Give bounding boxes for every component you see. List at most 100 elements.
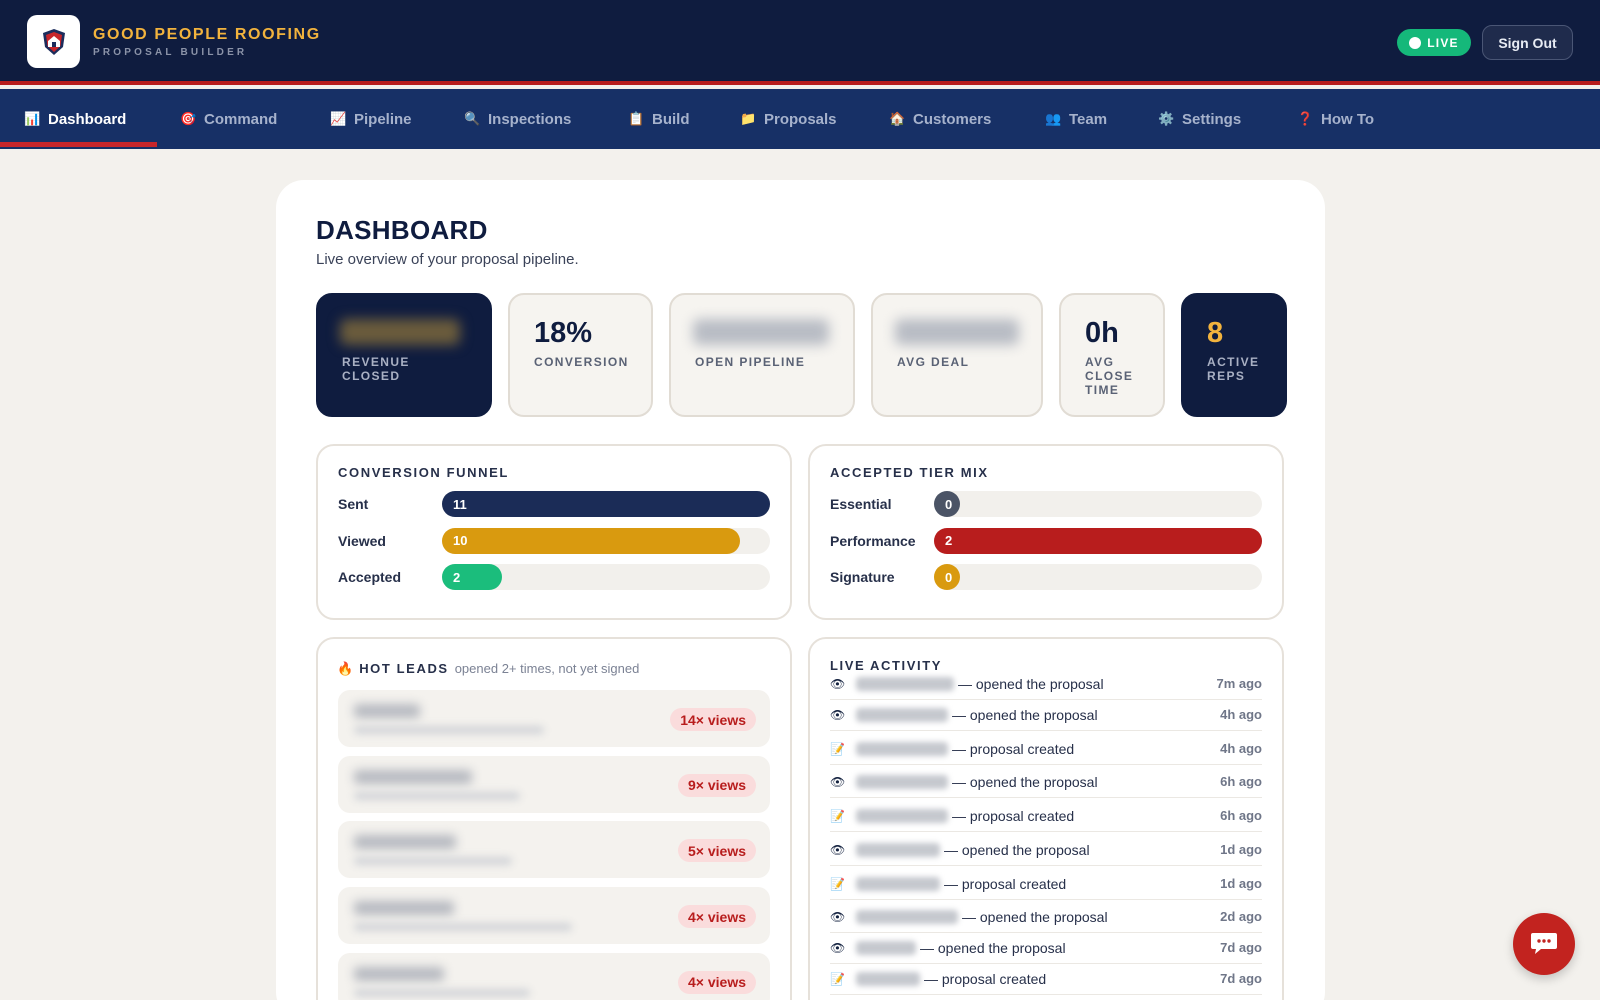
activity-text: — opened the proposal <box>952 706 1098 723</box>
bar-track: 2 <box>934 527 1262 554</box>
activity-text: — proposal created <box>924 970 1047 987</box>
kpi-value-redacted <box>693 319 829 345</box>
views-badge: 9× views <box>678 773 756 797</box>
trend-icon: 📈 <box>330 111 347 126</box>
kpi-conversion: 18% CONVERSION <box>508 293 653 417</box>
tab-label: Team <box>1069 110 1108 128</box>
activity-name-redacted <box>856 909 958 924</box>
active-tab-indicator <box>0 142 157 147</box>
eye-icon: 👁 <box>830 940 846 955</box>
activity-time: 4h ago <box>1220 741 1262 756</box>
views-badge: 4× views <box>678 905 756 929</box>
clipboard-icon: 📋 <box>628 111 645 126</box>
kpi-avg-close-time: 0h AVG CLOSE TIME <box>1059 293 1165 417</box>
brand-subtitle: PROPOSAL BUILDER <box>93 47 248 58</box>
tab-dashboard[interactable]: 📊 Dashboard <box>24 89 126 149</box>
house-icon: 🏠 <box>889 111 906 126</box>
target-icon: 🎯 <box>180 111 197 126</box>
eye-icon: 👁 <box>830 842 846 857</box>
tab-proposals[interactable]: 📁 Proposals <box>740 89 837 149</box>
hot-leads-note: opened 2+ times, not yet signed <box>454 661 640 676</box>
tab-label: Customers <box>913 110 992 128</box>
tab-inspections[interactable]: 🔍 Inspections <box>464 89 571 149</box>
tab-how-to[interactable]: ❓ How To <box>1297 89 1374 149</box>
bar-fill: 0 <box>934 564 960 591</box>
bar-fill: 11 <box>442 491 770 517</box>
memo-icon: 📝 <box>830 971 845 986</box>
app-header: GOOD PEOPLE ROOFING PROPOSAL BUILDER LIV… <box>0 0 1600 85</box>
activity-item: 📝 — proposal created 7d ago <box>830 963 1262 995</box>
hot-lead-item[interactable]: 5× views <box>338 821 770 879</box>
activity-time: 2d ago <box>1220 909 1262 924</box>
kpi-value: 0h <box>1085 317 1119 349</box>
magnifier-icon: 🔍 <box>464 111 481 126</box>
activity-item: 👁 — opened the proposal 2d ago <box>830 901 1262 933</box>
tab-pipeline[interactable]: 📈 Pipeline <box>330 89 412 149</box>
panel-title: CONVERSION FUNNEL <box>338 465 509 480</box>
hot-lead-item[interactable]: 9× views <box>338 755 770 813</box>
shield-logo-icon <box>42 28 65 55</box>
bar-label: Essential <box>830 496 892 512</box>
bar-fill: 2 <box>934 527 1262 554</box>
chart-icon: 📊 <box>24 111 41 126</box>
kpi-label: ACTIVE REPS <box>1207 355 1260 383</box>
bar-label: Sent <box>338 496 369 512</box>
activity-item: 👁 — opened the proposal 6h ago <box>830 766 1262 798</box>
lead-name-redacted <box>354 769 472 784</box>
hot-lead-item[interactable]: 4× views <box>338 887 770 945</box>
kpi-label: REVENUE CLOSED <box>342 355 410 383</box>
page-subtitle: Live overview of your proposal pipeline. <box>316 251 579 268</box>
sign-out-button[interactable]: Sign Out <box>1482 25 1573 60</box>
activity-name-redacted <box>856 774 948 789</box>
kpi-revenue-closed: REVENUE CLOSED <box>316 293 492 417</box>
main-nav: 📊 Dashboard 🎯 Command 📈 Pipeline 🔍 Inspections 📋… <box>0 89 1600 149</box>
brand-logo[interactable] <box>27 15 80 68</box>
tab-command[interactable]: 🎯 Command <box>180 89 277 149</box>
activity-text: — opened the proposal <box>962 908 1108 925</box>
memo-icon: 📝 <box>830 741 845 756</box>
tab-label: Command <box>204 110 278 128</box>
activity-name-redacted <box>856 876 940 891</box>
tab-team[interactable]: 👥 Team <box>1045 89 1107 149</box>
bar-track: 0 <box>934 491 1262 517</box>
kpi-label: CONVERSION <box>534 355 629 369</box>
kpi-value: 8 <box>1207 317 1224 349</box>
chat-button[interactable] <box>1513 913 1575 975</box>
kpi-open-pipeline: OPEN PIPELINE <box>669 293 855 417</box>
tab-customers[interactable]: 🏠 Customers <box>889 89 991 149</box>
activity-time: 7d ago <box>1220 971 1262 986</box>
activity-name-redacted <box>856 842 940 857</box>
hot-lead-item[interactable]: 14× views <box>338 690 770 747</box>
activity-time: 1d ago <box>1220 842 1262 857</box>
kpi-avg-deal: AVG DEAL <box>871 293 1043 417</box>
lead-name-redacted <box>354 966 444 981</box>
panel-title: HOT LEADS <box>359 661 449 676</box>
activity-item: 📝 — proposal created 1d ago <box>830 868 1262 900</box>
eye-icon: 👁 <box>830 676 846 691</box>
hot-lead-item[interactable]: 4× views <box>338 952 770 1000</box>
lead-detail-redacted <box>354 923 572 932</box>
tab-settings[interactable]: ⚙️ Settings <box>1158 89 1241 149</box>
kpi-label: OPEN PIPELINE <box>695 355 806 369</box>
kpi-value-redacted <box>895 319 1019 345</box>
gear-icon: ⚙️ <box>1158 111 1175 126</box>
activity-item: 👁 — opened the proposal 7d ago <box>830 932 1262 964</box>
views-badge: 4× views <box>678 970 756 994</box>
views-badge: 5× views <box>678 839 756 863</box>
lead-detail-redacted <box>354 857 512 866</box>
views-badge: 14× views <box>670 708 756 731</box>
eye-icon: 👁 <box>830 774 846 789</box>
tab-build[interactable]: 📋 Build <box>628 89 690 149</box>
activity-item: 👁 — opened the proposal 7m ago <box>830 668 1262 700</box>
activity-item: 👁 — opened the proposal 1d ago <box>830 834 1262 866</box>
activity-time: 4h ago <box>1220 707 1262 722</box>
brand-title: GOOD PEOPLE ROOFING <box>93 26 321 43</box>
bar-label: Viewed <box>338 532 386 549</box>
activity-name-redacted <box>856 940 916 955</box>
bar-label: Performance <box>830 532 916 549</box>
activity-time: 1d ago <box>1220 876 1262 891</box>
activity-item: 📝 — proposal created 6h ago <box>830 800 1262 832</box>
question-icon: ❓ <box>1297 111 1314 126</box>
activity-item: 👁 — opened the proposal 4h ago <box>830 699 1262 731</box>
hot-leads-header: 🔥 HOT LEADS opened 2+ times, not yet sig… <box>337 661 639 677</box>
